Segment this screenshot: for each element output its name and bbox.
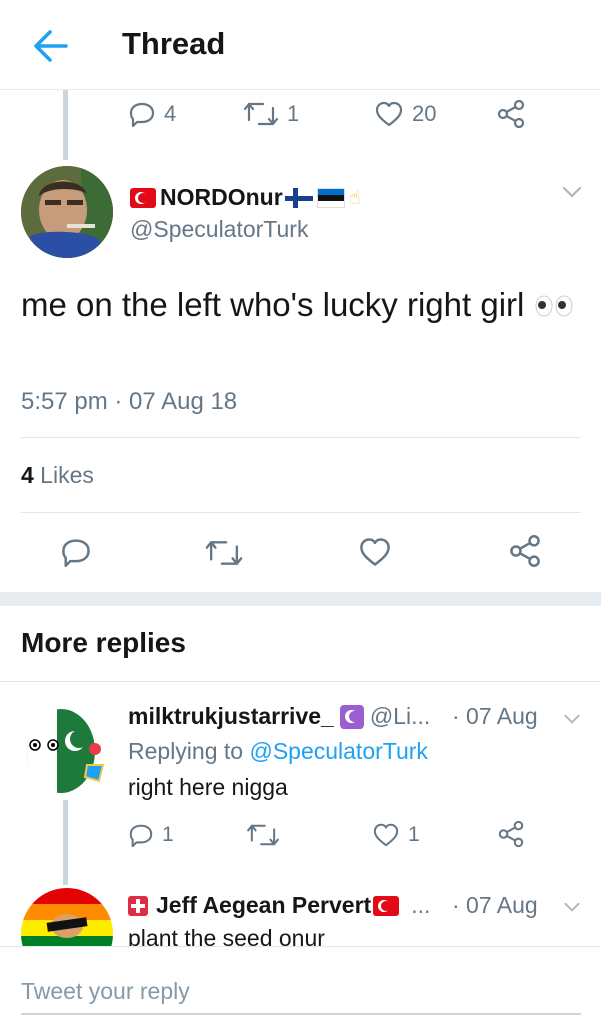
avatar[interactable] [21,166,113,258]
share-icon [498,820,524,848]
reply-menu-chevron-icon[interactable] [562,712,582,731]
divider [21,437,581,438]
tweet-text: me on the left who's lucky right girl [21,286,525,323]
retweet-icon [247,824,279,846]
main-reply-button[interactable] [60,536,92,568]
crescent-badge-icon [339,704,364,729]
red-cross-badge-icon [128,895,148,916]
section-separator [0,592,601,606]
reply-reply-button[interactable]: 1 [128,822,174,848]
reply-retweet-button[interactable] [246,822,280,848]
app-header: Thread [0,0,601,90]
reply-count: 1 [162,823,174,846]
turkey-flag-icon [373,895,400,916]
reply-display-name: Jeff Aegean Pervert [156,892,372,918]
tweet-body: me on the left who's lucky right girl [21,282,581,330]
share-icon [510,535,540,567]
reply-handle: ... [411,892,431,918]
more-replies-heading: More replies [21,627,186,658]
divider [21,512,581,513]
avatar[interactable] [21,888,113,950]
main-share-button[interactable] [508,534,542,568]
like-count: 1 [408,823,420,846]
main-like-button[interactable] [358,536,392,568]
reply-author-row[interactable]: milktrukjustarrive_ @Li... [128,703,430,730]
reply-icon [62,539,90,567]
finland-flag-icon [284,187,313,208]
like-button[interactable]: 20 [374,100,436,128]
likes-count: 4 [21,462,34,488]
reply-like-button[interactable]: 1 [372,822,420,848]
reply-input[interactable] [21,969,581,1015]
likes-summary[interactable]: 4 Likes [21,462,94,489]
share-button[interactable] [496,99,526,129]
reply-icon [129,824,153,848]
reply-menu-chevron-icon[interactable] [562,900,582,919]
author-handle[interactable]: @SpeculatorTurk [130,216,308,243]
tweet-timestamp: 5:57 pm · 07 Aug 18 [21,388,238,415]
main-retweet-button[interactable] [204,538,244,568]
author-name-row[interactable]: NORDOnur ☝ [130,184,361,211]
thread-line [63,90,68,160]
reply-handle: @Li... [369,703,431,729]
replying-to-line: Replying to @SpeculatorTurk [128,738,428,765]
tweet-menu-chevron-icon[interactable] [560,184,584,205]
retweet-icon [243,102,279,126]
retweet-button[interactable]: 1 [243,100,299,128]
replying-to-mention[interactable]: @SpeculatorTurk [249,738,427,764]
pointing-hand-icon: ☝ [348,187,361,209]
heart-icon [373,823,399,847]
back-arrow-icon[interactable] [28,26,72,66]
turkey-flag-icon [130,187,156,208]
reply-icon [129,102,155,128]
eyes-emoji-icon [534,284,574,330]
reply-share-button[interactable] [497,820,525,848]
reply-button[interactable]: 4 [128,100,176,128]
replying-to-label: Replying to [128,738,250,764]
avatar[interactable] [21,705,113,797]
reply-author-row[interactable]: Jeff Aegean Pervert ... [128,892,430,919]
reply-display-name: milktrukjustarrive_ [128,703,334,729]
reply-text: right here nigga [128,774,288,800]
compose-bar [0,946,601,1024]
retweet-count: 1 [287,101,300,126]
estonia-flag-icon [316,187,345,208]
thread-line [63,800,68,885]
divider [0,681,601,682]
author-display-name: NORDOnur [160,184,283,210]
reply-date: · 07 Aug [452,892,538,918]
share-icon [497,99,525,129]
heart-icon [360,538,390,566]
page-title: Thread [122,26,226,61]
likes-label: Likes [33,462,94,488]
heart-icon [375,101,403,127]
reply-count: 4 [164,101,177,126]
retweet-icon [205,541,243,565]
reply-date: · 07 Aug [452,703,538,729]
like-count: 20 [412,101,437,126]
